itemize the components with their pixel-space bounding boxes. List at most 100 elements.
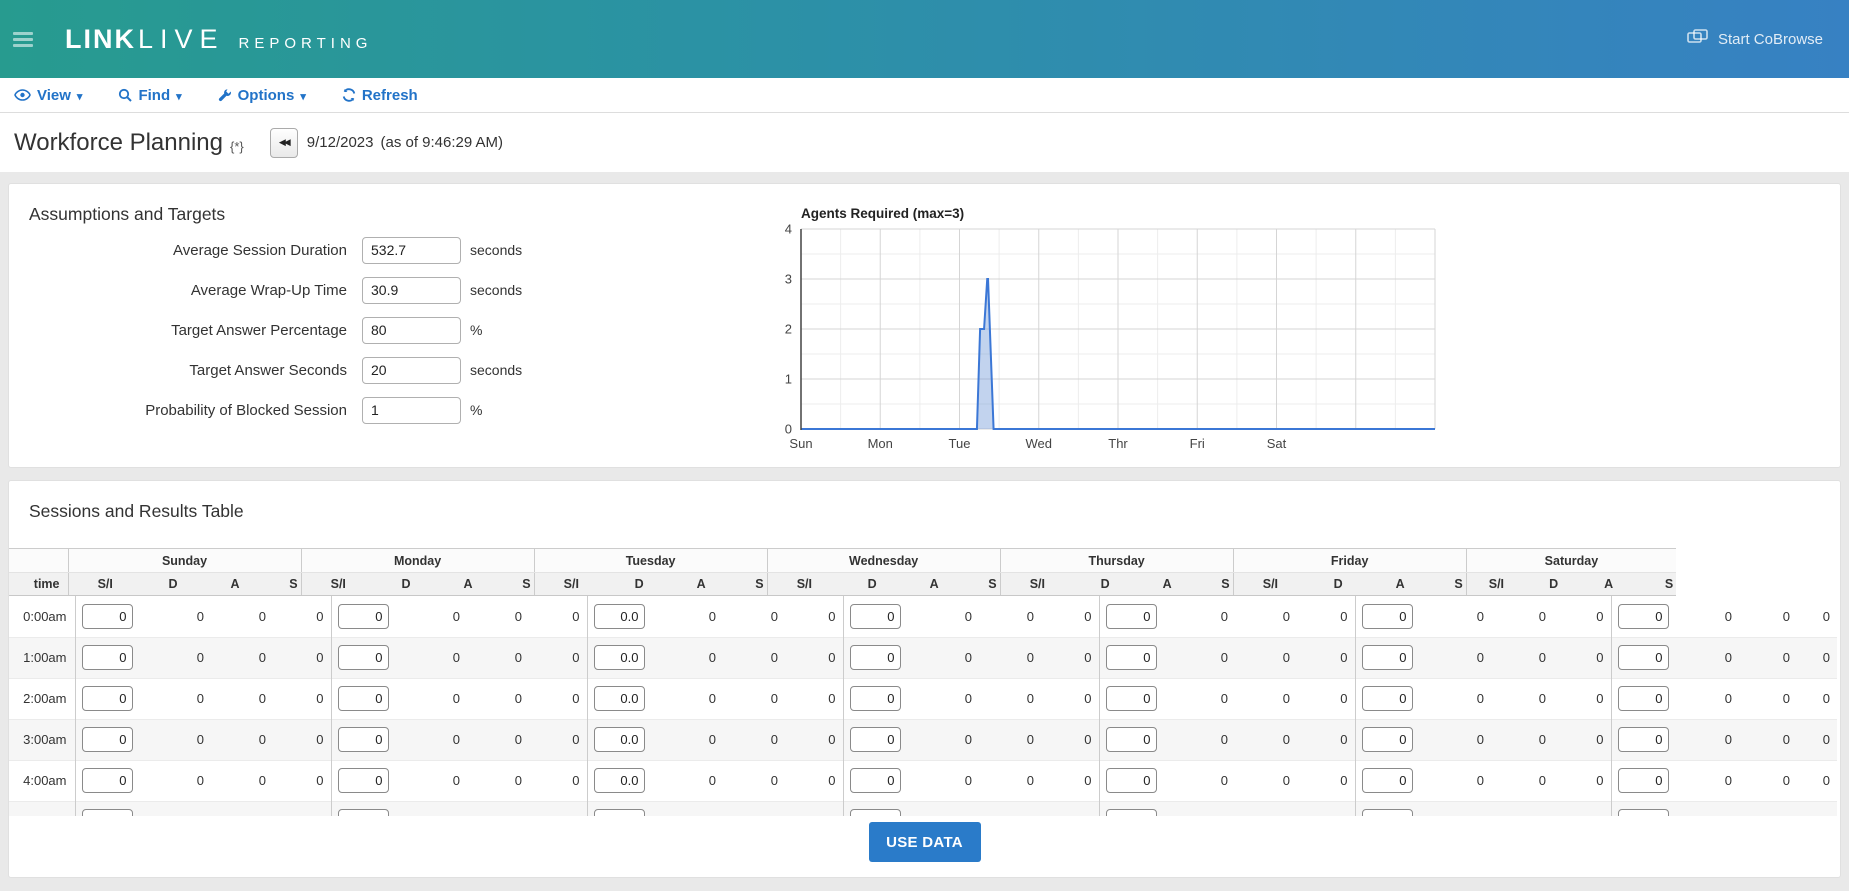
session-input-sunday[interactable] (82, 727, 133, 752)
result-cell-s: 0 (785, 637, 843, 678)
session-input-saturday[interactable] (1618, 809, 1669, 816)
result-cell-a: 0 (467, 678, 529, 719)
session-input-saturday[interactable] (1618, 604, 1669, 629)
session-input-monday[interactable] (338, 604, 389, 629)
col-header-d: D (1526, 573, 1581, 596)
result-cell-a: 0 (1491, 637, 1553, 678)
col-header-s: S (1636, 573, 1676, 596)
title-row: Workforce Planning {*} ◀◀ 9/12/2023 (as … (0, 113, 1849, 172)
session-input-friday[interactable] (1362, 604, 1413, 629)
chevron-down-icon: ▾ (77, 90, 83, 103)
result-cell-d: 0 (1173, 596, 1235, 637)
sessions-table-scroll[interactable]: SundayMondayTuesdayWednesdayThursdayFrid… (9, 548, 1842, 816)
assumption-label: Target Answer Percentage (9, 322, 347, 339)
col-header-s: S (1431, 573, 1466, 596)
session-input-wednesday[interactable] (850, 727, 901, 752)
date-back-button[interactable]: ◀◀ (270, 128, 298, 158)
session-input-thursday[interactable] (1106, 604, 1157, 629)
session-input-wednesday[interactable] (850, 686, 901, 711)
session-input-saturday[interactable] (1618, 645, 1669, 670)
result-cell-a: 0 (1235, 801, 1297, 816)
view-menu[interactable]: View ▾ (14, 87, 82, 104)
assumption-input-3[interactable] (362, 357, 461, 384)
hamburger-menu-icon[interactable] (13, 29, 33, 50)
session-input-thursday[interactable] (1106, 727, 1157, 752)
si-input-cell (587, 678, 661, 719)
session-input-wednesday[interactable] (850, 645, 901, 670)
session-input-monday[interactable] (338, 809, 389, 816)
page-title: Workforce Planning (14, 129, 223, 157)
day-header-saturday: Saturday (1466, 549, 1676, 573)
x-tick-label: Tue (949, 436, 971, 451)
refresh-button[interactable]: Refresh (342, 87, 418, 104)
result-cell-d: 0 (405, 801, 467, 816)
result-cell-a: 0 (211, 801, 273, 816)
options-menu[interactable]: Options ▾ (218, 87, 306, 104)
session-input-saturday[interactable] (1618, 727, 1669, 752)
session-input-wednesday[interactable] (850, 768, 901, 793)
result-cell-d: 0 (1173, 801, 1235, 816)
use-data-button[interactable]: USE DATA (869, 822, 981, 862)
result-cell-d: 0 (1429, 596, 1491, 637)
day-header-wednesday: Wednesday (767, 549, 1000, 573)
session-input-tuesday[interactable] (594, 645, 645, 670)
si-input-cell (1611, 760, 1681, 801)
report-date: 9/12/2023 (307, 134, 374, 151)
session-input-friday[interactable] (1362, 645, 1413, 670)
session-input-saturday[interactable] (1618, 686, 1669, 711)
session-input-sunday[interactable] (82, 768, 133, 793)
result-cell-a: 0 (1235, 596, 1297, 637)
si-input-cell (1099, 760, 1173, 801)
si-input-cell (1355, 719, 1429, 760)
assumption-input-1[interactable] (362, 277, 461, 304)
session-input-monday[interactable] (338, 727, 389, 752)
session-input-friday[interactable] (1362, 686, 1413, 711)
col-header-d: D (375, 573, 437, 596)
assumption-input-0[interactable] (362, 237, 461, 264)
session-input-saturday[interactable] (1618, 768, 1669, 793)
session-input-tuesday[interactable] (594, 686, 645, 711)
start-cobrowse-button[interactable]: Start CoBrowse (1687, 0, 1823, 78)
time-label: 2:00am (9, 678, 75, 719)
si-input-cell (1099, 678, 1173, 719)
session-input-tuesday[interactable] (594, 768, 645, 793)
result-cell-s: 0 (1797, 678, 1837, 719)
session-input-monday[interactable] (338, 768, 389, 793)
find-menu[interactable]: Find ▾ (118, 87, 181, 104)
session-input-sunday[interactable] (82, 809, 133, 816)
assumption-input-2[interactable] (362, 317, 461, 344)
session-input-friday[interactable] (1362, 809, 1413, 816)
table-row: 1:00am000000000000000000000 (9, 637, 1837, 678)
col-header-s: S (266, 573, 301, 596)
session-input-wednesday[interactable] (850, 604, 901, 629)
assumption-label: Average Wrap-Up Time (9, 282, 347, 299)
app-logo: LINK LIVE REPORTING (65, 24, 372, 55)
session-input-tuesday[interactable] (594, 727, 645, 752)
session-input-sunday[interactable] (82, 645, 133, 670)
session-input-wednesday[interactable] (850, 809, 901, 816)
assumption-unit: seconds (470, 362, 522, 378)
result-cell-s: 0 (1797, 637, 1837, 678)
session-input-monday[interactable] (338, 686, 389, 711)
session-input-thursday[interactable] (1106, 645, 1157, 670)
session-input-thursday[interactable] (1106, 768, 1157, 793)
si-input-cell (75, 678, 149, 719)
result-cell-a: 0 (723, 637, 785, 678)
result-cell-a: 0 (467, 719, 529, 760)
assumption-input-4[interactable] (362, 397, 461, 424)
session-input-monday[interactable] (338, 645, 389, 670)
col-header-d: D (1074, 573, 1136, 596)
session-input-sunday[interactable] (82, 604, 133, 629)
day-header-tuesday: Tuesday (534, 549, 767, 573)
col-header-s: S (965, 573, 1000, 596)
session-input-friday[interactable] (1362, 727, 1413, 752)
session-input-sunday[interactable] (82, 686, 133, 711)
result-cell-s: 0 (1297, 596, 1355, 637)
session-input-tuesday[interactable] (594, 604, 645, 629)
result-cell-d: 0 (149, 637, 211, 678)
session-input-thursday[interactable] (1106, 809, 1157, 816)
si-input-cell (1355, 760, 1429, 801)
session-input-tuesday[interactable] (594, 809, 645, 816)
session-input-thursday[interactable] (1106, 686, 1157, 711)
session-input-friday[interactable] (1362, 768, 1413, 793)
